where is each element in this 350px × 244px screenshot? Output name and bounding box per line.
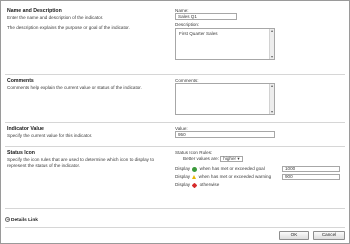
comments-section: Comments Comments help explain the curre…	[5, 75, 345, 123]
rule-goal-text: when has met or exceeded goal	[199, 166, 265, 172]
rule-otherwise-prefix: Display	[175, 182, 191, 188]
name-description-title: Name and Description	[7, 8, 62, 14]
rule-warning-prefix: Display	[175, 174, 191, 180]
details-link-label: Details Link	[11, 217, 38, 223]
indicator-value-help: Specify the current value for this indic…	[7, 133, 93, 138]
status-icon-section: Status Icon Specify the icon rules that …	[5, 147, 345, 209]
green-circle-icon	[192, 166, 198, 172]
description-scrollbar[interactable]: ▲ ▼	[269, 28, 274, 59]
yellow-triangle-icon	[192, 175, 197, 180]
warning-value-input[interactable]: 900	[282, 173, 340, 181]
indicator-form: Name and Description Enter the name and …	[0, 0, 350, 244]
comments-text	[176, 84, 274, 86]
details-link-section[interactable]: Details Link	[5, 217, 38, 224]
cancel-button[interactable]: Cancel	[313, 231, 345, 240]
description-help: The description explains the purpose or …	[7, 24, 130, 30]
value-input[interactable]: 950	[175, 131, 275, 139]
scroll-up-icon[interactable]: ▲	[270, 29, 274, 33]
expand-icon[interactable]	[5, 217, 10, 222]
comments-textarea[interactable]: ▲ ▼	[175, 83, 275, 116]
description-textarea[interactable]: First Quarter Sales ▲ ▼	[175, 27, 275, 60]
comments-help: Comments help explain the current value …	[7, 85, 142, 90]
scroll-up-icon[interactable]: ▲	[270, 84, 274, 88]
better-values-select[interactable]: higher ▾	[220, 155, 243, 163]
scroll-down-icon[interactable]: ▼	[270, 55, 274, 59]
rule-goal-row: Display when has met or exceeded goal 10…	[175, 165, 343, 173]
comments-scrollbar[interactable]: ▲ ▼	[269, 84, 274, 115]
name-description-help: Enter the name and description of the in…	[7, 15, 104, 20]
better-values-row: Better values are: higher ▾	[175, 155, 343, 163]
indicator-value-section: Indicator Value Specify the current valu…	[5, 123, 345, 147]
name-description-section: Name and Description Enter the name and …	[5, 5, 345, 75]
footer-divider	[5, 227, 345, 228]
rule-warning-text: when has met or exceeded warning	[198, 174, 272, 180]
name-input[interactable]: Sales Q1	[175, 13, 237, 21]
rule-otherwise-text: otherwise	[199, 182, 220, 188]
red-diamond-icon	[192, 182, 198, 189]
status-icon-help: Specify the icon rules that are used to …	[7, 157, 155, 168]
description-text: First Quarter Sales	[179, 30, 218, 36]
comments-title: Comments	[7, 78, 34, 84]
ok-button[interactable]: OK	[279, 231, 309, 240]
rule-warning-row: Display when has met or exceeded warning…	[175, 173, 343, 181]
indicator-value-title: Indicator Value	[7, 126, 44, 132]
scroll-down-icon[interactable]: ▼	[270, 110, 274, 114]
goal-value-input[interactable]: 1000	[282, 165, 340, 173]
better-values-value: higher	[223, 155, 237, 161]
rule-otherwise-row: Display otherwise	[175, 181, 343, 189]
status-icon-title: Status Icon	[7, 150, 35, 156]
better-values-label: Better values are:	[183, 156, 220, 162]
rule-goal-prefix: Display	[175, 166, 191, 172]
chevron-down-icon: ▾	[237, 155, 240, 161]
